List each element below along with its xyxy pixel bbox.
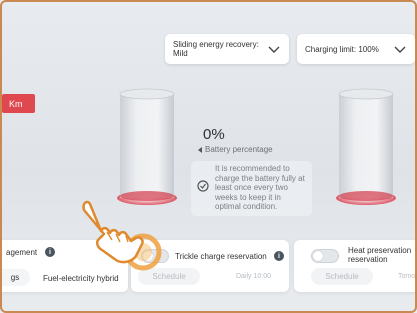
chevron-down-icon [394, 46, 406, 53]
heat-preservation-title: Heat preservation reservation [348, 246, 412, 264]
battery-icon [336, 88, 396, 205]
settings-button[interactable]: gs [0, 269, 30, 286]
trickle-charge-title: Trickle charge reservation [175, 252, 267, 261]
chevron-down-icon [268, 46, 280, 53]
toggle-knob [313, 251, 323, 261]
energy-recovery-label: Sliding energy recovery: [173, 40, 259, 49]
trickle-schedule-time: Daily 10:00 [236, 273, 272, 280]
charging-limit-label: Charging limit: 100% [305, 44, 379, 54]
battery-percentage-label: Battery percentage [205, 145, 273, 154]
settings-button-label: gs [10, 273, 20, 282]
energy-recovery-dropdown[interactable]: Sliding energy recovery: Mild [165, 34, 289, 64]
heat-preservation-toggle[interactable] [311, 249, 339, 263]
heat-schedule-time: Tomo [398, 273, 416, 280]
info-icon[interactable]: i [274, 251, 284, 261]
range-unit-label: Km [9, 98, 23, 109]
charging-limit-dropdown[interactable]: Charging limit: 100% [297, 34, 415, 64]
info-icon[interactable]: i [45, 247, 55, 257]
triangle-left-icon [198, 146, 202, 153]
tip-icon [197, 180, 209, 192]
energy-management-title: agement [6, 248, 38, 257]
battery-percentage-caption: Battery percentage [198, 145, 273, 154]
battery-icon [117, 88, 177, 205]
heat-schedule-button[interactable]: Schedule [311, 268, 373, 285]
heat-preservation-card: Heat preservation reservation Schedule T… [294, 240, 417, 292]
pointing-hand-icon [82, 200, 162, 271]
battery-tip: It is recommended to charge the battery … [191, 161, 312, 216]
energy-recovery-value: Mild [173, 49, 188, 58]
range-unit-badge: Km [2, 94, 35, 113]
energy-recovery-text: Sliding energy recovery: Mild [173, 40, 259, 58]
battery-tip-text: It is recommended to charge the battery … [215, 164, 305, 211]
battery-percentage-value: 0% [203, 126, 225, 143]
